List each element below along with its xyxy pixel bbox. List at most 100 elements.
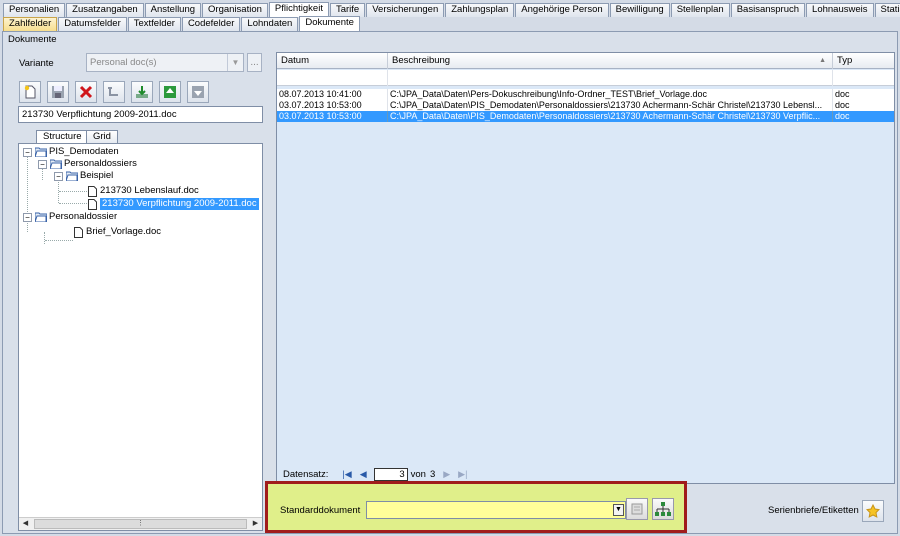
column-header-datum[interactable]: Datum <box>277 53 388 69</box>
filename-field[interactable]: 213730 Verpflichtung 2009-2011.doc <box>18 106 263 123</box>
tab-angehoerige-person[interactable]: Angehörige Person <box>515 3 609 17</box>
import-button[interactable] <box>131 81 153 103</box>
cell-beschreibung: C:\JPA_Data\Daten\PIS_Demodaten\Personal… <box>388 100 833 111</box>
document-icon <box>74 226 83 238</box>
chevron-down-icon: ▼ <box>227 54 243 71</box>
standard-document-open-button[interactable] <box>626 498 648 520</box>
cell-typ: doc <box>835 100 850 110</box>
table-row[interactable]: 03.07.2013 10:53:00 C:\JPA_Data\Daten\PI… <box>277 111 894 122</box>
first-record-icon[interactable]: |◀ <box>342 469 351 480</box>
column-header-label: Beschreibung <box>392 55 451 66</box>
tree-node-pis-demodaten[interactable]: − PIS_Demodaten <box>23 146 119 158</box>
subtab-zahlfelder[interactable]: Zahlfelder <box>3 17 58 31</box>
current-record-input[interactable]: 3 <box>373 468 408 481</box>
undo-button[interactable] <box>103 81 125 103</box>
collapse-icon[interactable]: − <box>54 171 63 181</box>
next-record-icon[interactable]: ▶ <box>443 469 450 480</box>
tab-structure[interactable]: Structure <box>36 130 89 144</box>
save-icon <box>52 86 64 98</box>
standard-document-select[interactable]: ▼ <box>366 501 626 519</box>
tab-bewilligung[interactable]: Bewilligung <box>609 3 670 17</box>
tree-node-personaldossier[interactable]: − Personaldossier <box>23 211 117 223</box>
previous-record-icon[interactable]: ◀ <box>360 469 367 480</box>
save-button[interactable] <box>47 81 69 103</box>
variante-value: Personal doc(s) <box>90 57 157 68</box>
tab-statistik[interactable]: Statistik <box>874 3 900 17</box>
chevron-down-icon[interactable]: ▼ <box>613 504 624 516</box>
folder-open-icon <box>35 147 47 157</box>
tab-anstellung[interactable]: Anstellung <box>144 3 202 17</box>
cell-typ: doc <box>835 89 850 99</box>
tab-grid[interactable]: Grid <box>86 130 118 144</box>
document-edit-icon <box>631 503 643 515</box>
variante-select[interactable]: Personal doc(s) ▼ <box>86 53 244 72</box>
main-tab-bar: Personalien Zusatzangaben Anstellung Org… <box>3 2 900 17</box>
subtab-dokumente[interactable]: Dokumente <box>299 16 360 31</box>
folder-open-icon <box>66 171 78 181</box>
tab-basisanspruch[interactable]: Basisanspruch <box>730 3 806 17</box>
cell-datum: 03.07.2013 10:53:00 <box>277 100 388 111</box>
tab-zusatzangaben[interactable]: Zusatzangaben <box>66 3 144 17</box>
tree-label: Brief_Vorlage.doc <box>86 226 161 237</box>
tree-node-brief-vorlage[interactable]: Brief_Vorlage.doc <box>74 226 161 238</box>
subtab-lohndaten[interactable]: Lohndaten <box>241 17 299 31</box>
variante-label: Variante <box>19 58 54 69</box>
new-document-button[interactable] <box>19 81 41 103</box>
cell-datum: 03.07.2013 10:53:00 <box>277 111 388 122</box>
tree-node-verpflichtung[interactable]: 213730 Verpflichtung 2009-2011.doc <box>88 198 259 210</box>
grid-filter-row[interactable] <box>277 70 894 86</box>
filter-cell[interactable] <box>833 70 894 86</box>
download-icon <box>136 86 148 98</box>
tree-node-beispiel[interactable]: − Beispiel <box>54 170 113 182</box>
scroll-left-icon[interactable]: ◀ <box>19 518 32 530</box>
cell-typ: doc <box>835 111 850 121</box>
new-document-icon <box>24 85 36 99</box>
scrollbar-thumb[interactable]: ⋮ <box>34 519 247 529</box>
filter-cell[interactable] <box>388 70 833 86</box>
tree-label: Personaldossier <box>49 211 118 222</box>
tab-organisation[interactable]: Organisation <box>202 3 268 17</box>
tree-label: PIS_Demodaten <box>49 146 119 157</box>
tree-label: Personaldossiers <box>64 158 137 169</box>
subtab-textfelder[interactable]: Textfelder <box>127 17 181 31</box>
collapse-icon[interactable]: − <box>23 212 32 222</box>
column-header-beschreibung[interactable]: Beschreibung ▲ <box>388 53 833 69</box>
move-down-button[interactable] <box>187 81 209 103</box>
subtab-codefelder[interactable]: Codefelder <box>181 17 241 31</box>
arrow-down-icon <box>192 86 204 98</box>
record-total: 3 <box>429 469 436 480</box>
section-title: Dokumente <box>8 34 57 45</box>
star-icon <box>866 504 880 518</box>
tab-pflichtigkeit[interactable]: Pflichtigkeit <box>268 2 329 17</box>
collapse-icon[interactable]: − <box>23 147 32 157</box>
scroll-right-icon[interactable]: ▶ <box>249 518 262 530</box>
tree-label: Beispiel <box>80 170 114 181</box>
tab-personalien[interactable]: Personalien <box>3 3 66 17</box>
tab-zahlungsplan[interactable]: Zahlungsplan <box>445 3 515 17</box>
column-header-typ[interactable]: Typ <box>833 53 894 69</box>
document-icon <box>88 198 97 210</box>
standard-document-structure-button[interactable] <box>652 498 674 520</box>
move-up-button[interactable] <box>159 81 181 103</box>
tab-tarife[interactable]: Tarife <box>329 3 366 17</box>
table-row[interactable]: 08.07.2013 10:41:00 C:\JPA_Data\Daten\Pe… <box>277 89 894 100</box>
tab-stellenplan[interactable]: Stellenplan <box>670 3 730 17</box>
table-row[interactable]: 03.07.2013 10:53:00 C:\JPA_Data\Daten\PI… <box>277 100 894 111</box>
subtab-datumsfelder[interactable]: Datumsfelder <box>58 17 127 31</box>
last-record-icon[interactable]: ▶| <box>458 469 467 480</box>
tree-horizontal-scrollbar[interactable]: ◀ ⋮ ▶ <box>19 517 262 530</box>
cell-beschreibung: C:\JPA_Data\Daten\PIS_Demodaten\Personal… <box>388 111 833 122</box>
delete-button[interactable] <box>75 81 97 103</box>
tab-versicherungen[interactable]: Versicherungen <box>366 3 445 17</box>
folder-open-icon <box>50 159 62 169</box>
tab-lohnausweis[interactable]: Lohnausweis <box>806 3 874 17</box>
document-tree: − PIS_Demodaten − Personaldossiers − Bei… <box>18 143 263 531</box>
collapse-icon[interactable]: − <box>38 159 47 169</box>
filter-cell[interactable] <box>277 70 388 86</box>
tree-node-personaldossiers[interactable]: − Personaldossiers <box>38 158 137 170</box>
tree-node-lebenslauf[interactable]: 213730 Lebenslauf.doc <box>88 185 199 197</box>
variante-more-button[interactable]: ... <box>247 53 262 72</box>
serienbriefe-button[interactable] <box>862 500 884 522</box>
grid-header: Datum Beschreibung ▲ Typ <box>277 53 894 69</box>
hierarchy-icon <box>655 502 671 516</box>
